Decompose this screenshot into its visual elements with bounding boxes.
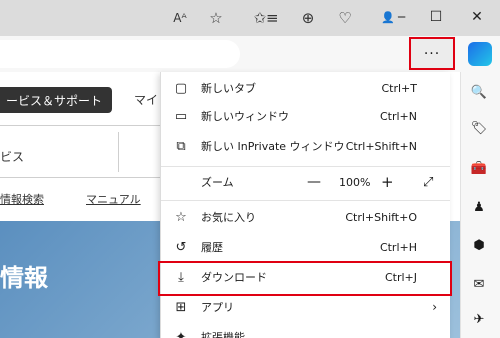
outlook-icon[interactable]: ✉	[466, 272, 492, 296]
menu-item-shortcut: Ctrl+Shift+N	[345, 139, 417, 153]
favorites-icon: ☆	[175, 209, 187, 225]
new-window-icon: ▭	[174, 108, 188, 124]
service-label[interactable]: ビス	[0, 148, 24, 165]
manual-link[interactable]: マニュアル	[86, 191, 141, 207]
menu-item-label: アプリ	[201, 301, 234, 314]
menu-item-new-window[interactable]: ▭ 新しいウィンドウ Ctrl+N	[161, 102, 450, 130]
favorites-list-icon[interactable]: ✩≡	[253, 6, 278, 30]
new-tab-icon: ▢	[174, 80, 188, 96]
zoom-out-button[interactable]: —	[307, 174, 321, 190]
divider	[0, 177, 160, 178]
menu-item-label: ズーム	[201, 176, 234, 189]
menu-item-apps[interactable]: ⊞ アプリ ›	[161, 293, 450, 321]
inprivate-icon: ⧉	[176, 138, 186, 154]
settings-menu: ▢ 新しいタブ Ctrl+T ▭ 新しいウィンドウ Ctrl+N ⧉ 新しい I…	[160, 72, 450, 338]
read-aloud-icon[interactable]: Aᴬ	[168, 6, 192, 30]
zoom-level: 100%	[339, 175, 371, 189]
fullscreen-icon[interactable]: ⤢	[423, 175, 433, 190]
menu-item-zoom: ズーム — 100% + ⤢	[161, 168, 450, 196]
menu-item-label: お気に入り	[201, 211, 256, 224]
extensions-icon: ✦	[175, 329, 187, 338]
divider	[0, 125, 160, 126]
collections-icon[interactable]: ⊕	[296, 6, 320, 30]
games-icon[interactable]: ♟	[466, 195, 492, 219]
support-button[interactable]: ービス＆サポート	[0, 87, 112, 113]
menu-item-history[interactable]: ↺ 履歴 Ctrl+H	[161, 233, 450, 261]
menu-item-label: 新しいウィンドウ	[201, 110, 289, 123]
my-link[interactable]: マイ	[134, 91, 158, 108]
microsoft365-icon[interactable]: ⬢	[466, 233, 492, 257]
hero-title: 情報	[0, 264, 48, 292]
menu-item-shortcut: Ctrl+N	[379, 109, 417, 123]
shopping-tag-icon[interactable]: 🏷	[466, 116, 492, 140]
menu-item-label: 新しい InPrivate ウィンドウ	[201, 140, 345, 153]
history-icon: ↺	[175, 239, 187, 255]
send-icon[interactable]: ✈	[466, 307, 492, 331]
profile-icon[interactable]: 👤	[376, 6, 400, 30]
tools-icon[interactable]: 🧰	[466, 156, 492, 180]
info-search-link[interactable]: 情報検索	[0, 191, 44, 207]
browser-essentials-icon[interactable]: ♡	[333, 6, 357, 30]
menu-item-new-inprivate[interactable]: ⧉ 新しい InPrivate ウィンドウ Ctrl+Shift+N	[161, 132, 450, 160]
divider	[118, 132, 119, 172]
menu-item-shortcut: Ctrl+T	[381, 81, 417, 95]
settings-and-more-button[interactable]: ···	[409, 37, 455, 70]
copilot-icon[interactable]	[468, 42, 492, 66]
menu-item-shortcut: Ctrl+H	[379, 240, 417, 254]
downloads-highlight	[158, 261, 452, 296]
address-bar[interactable]	[0, 40, 240, 68]
chevron-right-icon: ›	[432, 300, 437, 314]
menu-item-label: 履歴	[201, 241, 223, 254]
menu-item-label: 拡張機能	[201, 331, 245, 338]
apps-icon: ⊞	[175, 299, 187, 315]
menu-item-favorites[interactable]: ☆ お気に入り Ctrl+Shift+O	[161, 203, 450, 231]
zoom-in-button[interactable]: +	[381, 173, 394, 191]
menu-item-shortcut: Ctrl+Shift+O	[345, 210, 417, 224]
close-icon[interactable]: ✕	[466, 6, 488, 28]
menu-item-new-tab[interactable]: ▢ 新しいタブ Ctrl+T	[161, 74, 450, 102]
menu-item-extensions[interactable]: ✦ 拡張機能	[161, 323, 450, 338]
menu-item-label: 新しいタブ	[201, 82, 256, 95]
favorite-star-icon[interactable]: ☆	[204, 6, 228, 30]
search-icon[interactable]: 🔍	[466, 80, 492, 104]
menu-divider	[161, 200, 450, 201]
menu-divider	[161, 166, 450, 167]
maximize-icon[interactable]: ☐	[425, 6, 447, 28]
avatar: 👤	[378, 8, 398, 28]
